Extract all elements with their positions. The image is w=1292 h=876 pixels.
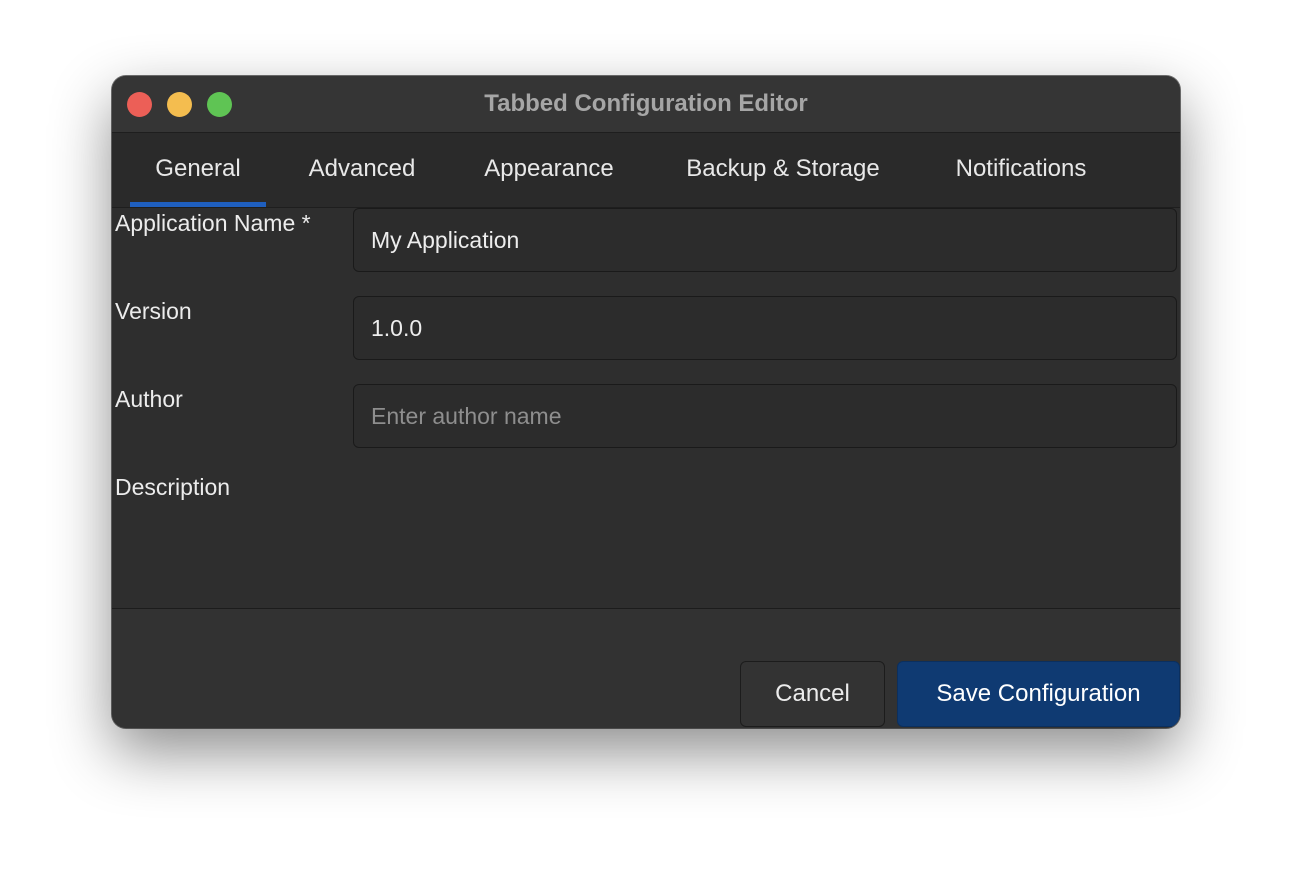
general-tab-content: Application Name * Version Author Descri… bbox=[112, 208, 1180, 609]
tab-appearance[interactable]: Appearance bbox=[468, 133, 630, 207]
save-configuration-button[interactable]: Save Configuration bbox=[897, 661, 1180, 727]
author-input[interactable] bbox=[353, 384, 1177, 448]
button-footer: Cancel Save Configuration bbox=[112, 609, 1180, 728]
window-title: Tabbed Configuration Editor bbox=[484, 90, 808, 117]
version-label: Version bbox=[115, 298, 192, 324]
config-editor-window: Tabbed Configuration Editor General Adva… bbox=[112, 76, 1180, 728]
description-label: Description bbox=[115, 474, 231, 500]
app-name-label: Application Name * bbox=[115, 210, 311, 236]
tab-notifications[interactable]: Notifications bbox=[936, 133, 1106, 207]
tab-advanced[interactable]: Advanced bbox=[290, 133, 434, 207]
cancel-button[interactable]: Cancel bbox=[740, 661, 885, 727]
app-name-input[interactable] bbox=[353, 208, 1177, 272]
tab-bar: General Advanced Appearance Backup & Sto… bbox=[112, 133, 1180, 208]
tab-backup-storage[interactable]: Backup & Storage bbox=[668, 133, 898, 207]
title-bar: Tabbed Configuration Editor bbox=[112, 76, 1180, 133]
author-label: Author bbox=[115, 386, 183, 412]
version-input[interactable] bbox=[353, 296, 1177, 360]
tab-general[interactable]: General bbox=[130, 133, 266, 207]
